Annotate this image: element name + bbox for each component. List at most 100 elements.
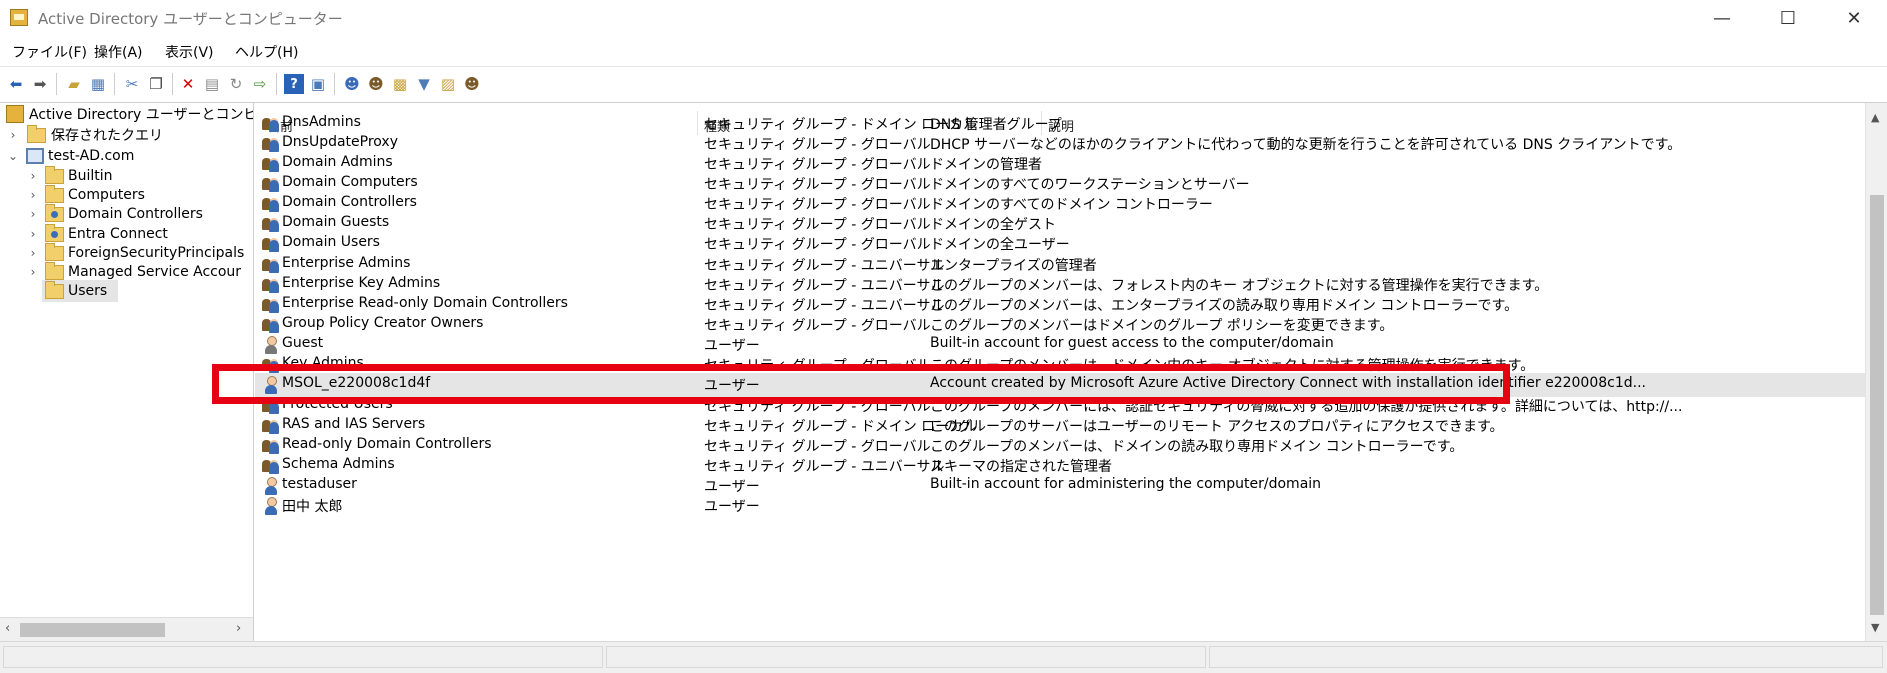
chevron-right-icon[interactable]: › bbox=[27, 169, 39, 183]
show-console-tree-icon[interactable]: ▦ bbox=[88, 74, 108, 94]
cut-icon[interactable]: ✂ bbox=[122, 74, 142, 94]
scroll-up-icon[interactable]: ▲ bbox=[1871, 111, 1879, 124]
active-directory-icon bbox=[10, 9, 28, 26]
close-button[interactable]: ✕ bbox=[1821, 0, 1887, 37]
cell-description: このグループのメンバーは、フォレスト内のキー オブジェクトに対する管理操作を実行… bbox=[930, 277, 1549, 294]
ou-folder-icon bbox=[45, 224, 64, 242]
folder-icon bbox=[45, 281, 64, 299]
chevron-right-icon[interactable]: › bbox=[27, 265, 39, 279]
filter-icon[interactable]: ▼ bbox=[414, 74, 434, 94]
chevron-right-icon[interactable]: › bbox=[27, 207, 39, 221]
delete-icon[interactable]: ✕ bbox=[178, 74, 198, 94]
folder-icon bbox=[27, 125, 46, 143]
new-ou-icon[interactable]: ▩ bbox=[390, 74, 410, 94]
group-icon bbox=[262, 215, 280, 233]
user-icon bbox=[262, 336, 280, 355]
list-vertical-scrollbar[interactable]: ▲ ▼ bbox=[1865, 103, 1887, 641]
new-group-icon[interactable]: ☻ bbox=[366, 74, 386, 94]
menu-help[interactable]: ヘルプ(H) bbox=[235, 42, 298, 62]
cell-name: Schema Admins bbox=[282, 456, 395, 473]
menu-action[interactable]: 操作(A) bbox=[94, 42, 143, 62]
add-to-group-icon[interactable]: ☻ bbox=[462, 74, 482, 94]
title-bar: Active Directory ユーザーとコンピューター — ☐ ✕ bbox=[0, 0, 1887, 37]
folder-icon bbox=[45, 185, 64, 203]
toolbar: ⬅ ➡ ▰ ▦ ✂ ❐ ✕ ▤ ↻ ⇨ ? ▣ ☻ ☻ ▩ ▼ ▨ ☻ bbox=[0, 66, 1887, 103]
cell-description: DHCP サーバーなどのほかのクライアントに代わって動的な更新を行うことを許可さ… bbox=[930, 136, 1682, 153]
group-icon bbox=[262, 437, 280, 455]
refresh-icon[interactable]: ↻ bbox=[226, 74, 246, 94]
copy-icon[interactable]: ❐ bbox=[146, 74, 166, 94]
group-icon bbox=[262, 417, 280, 435]
group-icon bbox=[262, 316, 280, 334]
folder-icon bbox=[45, 166, 64, 184]
forward-arrow-icon[interactable]: ➡ bbox=[30, 74, 50, 94]
chevron-right-icon[interactable]: › bbox=[27, 246, 39, 260]
chevron-down-icon[interactable]: ⌄ bbox=[7, 149, 19, 163]
scroll-right-icon[interactable]: › bbox=[236, 621, 241, 636]
group-icon bbox=[262, 175, 280, 193]
chevron-right-icon[interactable]: › bbox=[7, 128, 19, 142]
cell-description: ドメインの全ユーザー bbox=[930, 237, 1070, 254]
chevron-right-icon[interactable]: › bbox=[27, 227, 39, 241]
cell-name: Domain Computers bbox=[282, 173, 418, 190]
scroll-down-icon[interactable]: ▼ bbox=[1871, 621, 1879, 634]
cell-description: ドメインの全ゲスト bbox=[930, 217, 1056, 234]
cell-name: Enterprise Admins bbox=[282, 254, 411, 271]
group-icon bbox=[262, 276, 280, 294]
group-icon bbox=[262, 115, 280, 133]
menu-file[interactable]: ファイル(F) bbox=[12, 42, 87, 62]
user-icon bbox=[262, 497, 280, 516]
cell-description: エンタープライズの管理者 bbox=[930, 257, 1097, 274]
scrollbar-thumb[interactable] bbox=[1870, 195, 1884, 615]
cell-name: 田中 太郎 bbox=[282, 499, 343, 516]
group-icon bbox=[262, 457, 280, 475]
cell-name: Domain Controllers bbox=[282, 194, 417, 211]
group-icon bbox=[262, 296, 280, 314]
cell-description: Built-in account for administering the c… bbox=[930, 476, 1322, 493]
user-icon bbox=[262, 477, 280, 496]
maximize-button[interactable]: ☐ bbox=[1755, 0, 1821, 37]
group-icon bbox=[262, 135, 280, 153]
new-user-icon[interactable]: ☻ bbox=[342, 74, 362, 94]
group-icon bbox=[262, 155, 280, 173]
help-icon[interactable]: ? bbox=[284, 74, 304, 94]
cell-description: このグループのメンバーは、エンタープライズの読み取り専用ドメイン コントローラー… bbox=[930, 297, 1519, 314]
menu-bar: ファイル(F) 操作(A) 表示(V) ヘルプ(H) bbox=[0, 37, 1887, 65]
chevron-right-icon[interactable]: › bbox=[27, 188, 39, 202]
menu-view[interactable]: 表示(V) bbox=[165, 42, 214, 62]
cell-description: このグループのメンバーはドメインのグループ ポリシーを変更できます。 bbox=[930, 318, 1394, 334]
table-row[interactable]: 田中 太郎 ユーザー bbox=[255, 494, 1865, 518]
cell-description: ドメインの管理者 bbox=[930, 156, 1042, 173]
domain-icon bbox=[26, 148, 44, 164]
cell-description: ドメインのすべてのドメイン コントローラー bbox=[930, 197, 1213, 214]
properties-icon[interactable]: ▤ bbox=[202, 74, 222, 94]
folder-icon bbox=[45, 262, 64, 280]
back-arrow-icon[interactable]: ⬅ bbox=[6, 74, 26, 94]
cell-description: このグループのメンバーは、ドメインの読み取り専用ドメイン コントローラーです。 bbox=[930, 438, 1464, 455]
cell-name: Enterprise Key Admins bbox=[282, 274, 441, 291]
cell-name: Read-only Domain Controllers bbox=[282, 435, 492, 452]
cell-description: ドメインのすべてのワークステーションとサーバー bbox=[930, 176, 1250, 193]
cell-name: Guest bbox=[282, 335, 324, 352]
show-action-pane-icon[interactable]: ▣ bbox=[308, 74, 328, 94]
group-icon bbox=[262, 195, 280, 213]
window-title: Active Directory ユーザーとコンピューター bbox=[38, 10, 343, 28]
group-icon bbox=[262, 256, 280, 274]
cell-name: DnsAdmins bbox=[282, 113, 361, 130]
find-icon[interactable]: ▨ bbox=[438, 74, 458, 94]
active-directory-icon bbox=[6, 105, 24, 123]
cell-name: testaduser bbox=[282, 476, 357, 493]
cell-name: Domain Users bbox=[282, 234, 380, 251]
tree-horizontal-scrollbar[interactable]: ‹ › bbox=[0, 617, 253, 642]
minimize-button[interactable]: — bbox=[1689, 0, 1755, 37]
folder-icon bbox=[45, 243, 64, 261]
cell-type: ユーザー bbox=[704, 499, 760, 516]
tree-item-users[interactable]: Users bbox=[42, 280, 118, 302]
scrollbar-thumb[interactable] bbox=[20, 623, 165, 637]
export-list-icon[interactable]: ⇨ bbox=[250, 74, 270, 94]
cell-name: RAS and IAS Servers bbox=[282, 415, 426, 432]
scroll-left-icon[interactable]: ‹ bbox=[5, 621, 10, 636]
up-folder-icon[interactable]: ▰ bbox=[64, 74, 84, 94]
cell-name: Domain Guests bbox=[282, 214, 390, 231]
highlight-box bbox=[212, 364, 1510, 404]
